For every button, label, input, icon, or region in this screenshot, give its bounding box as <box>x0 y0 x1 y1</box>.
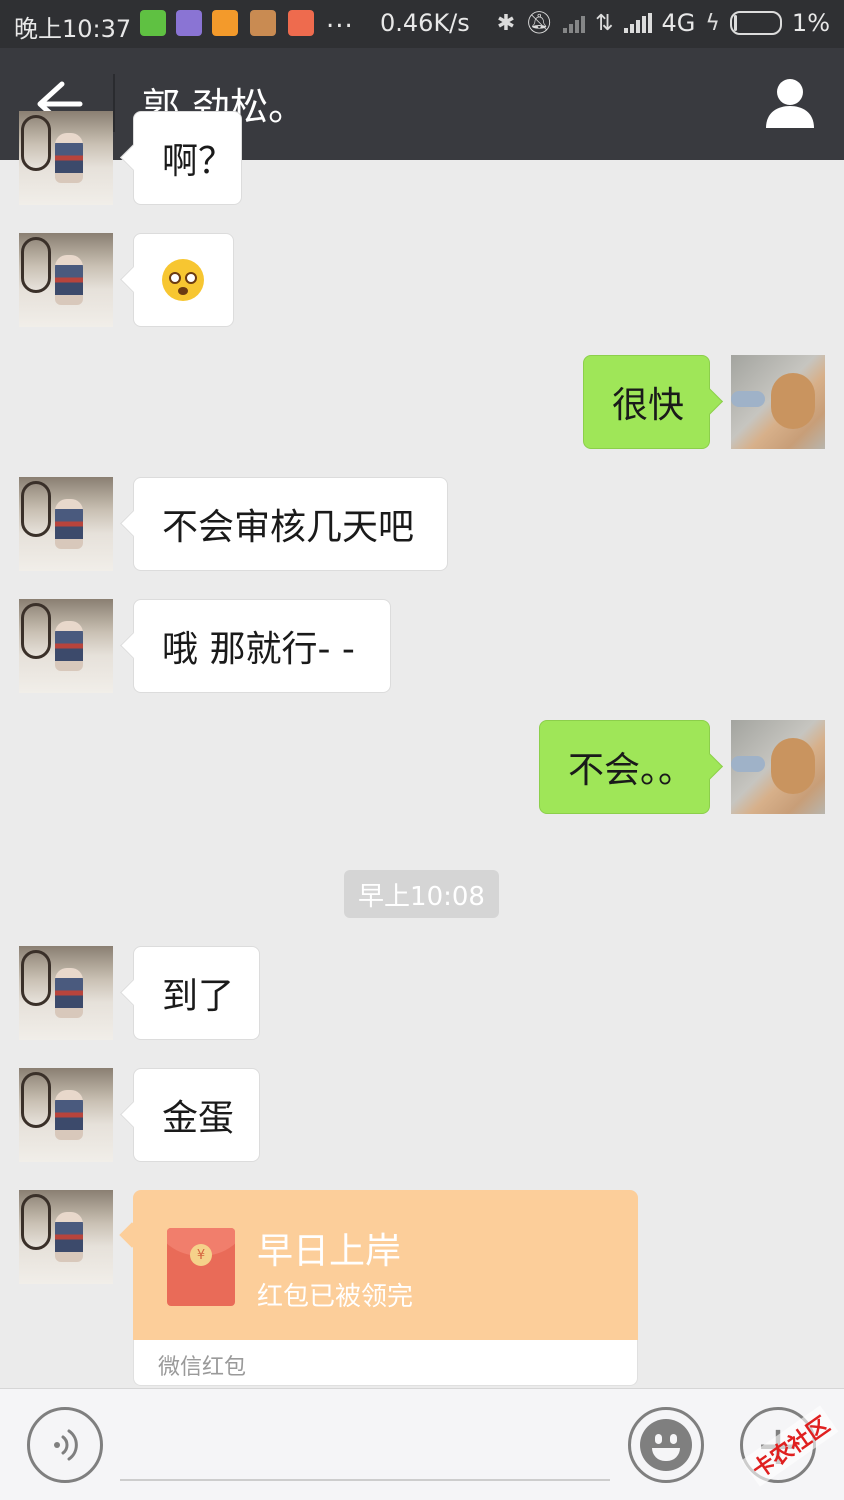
status-right: ✱ 🔕︎ ⇅ 4G ϟ 1% <box>497 9 830 37</box>
message-text: 金蛋 <box>162 1098 235 1139</box>
signal-strong-icon <box>623 13 652 33</box>
header-divider <box>113 74 115 132</box>
mute-bell-icon: 🔕︎ <box>525 10 554 36</box>
message-text: 不会审核几天吧 <box>162 507 415 548</box>
timestamp-text: 早上10:08 <box>358 881 485 912</box>
battery-icon <box>729 11 782 35</box>
contact-avatar[interactable] <box>19 1068 113 1162</box>
red-packet-body: ¥ 早日上岸 红包已被领完 <box>133 1190 638 1340</box>
sent-message[interactable]: 很快 <box>583 355 710 449</box>
uc-browser-app-icon <box>212 10 238 36</box>
contact-avatar[interactable] <box>19 111 113 205</box>
contact-avatar[interactable] <box>19 1190 113 1284</box>
received-message[interactable]: 不会审核几天吧 <box>133 477 448 571</box>
bluetooth-icon: ✱ <box>496 10 516 36</box>
contact-avatar[interactable] <box>19 477 113 571</box>
chat-header: 郭 劲松。 <box>0 48 844 160</box>
message-text: 到了 <box>162 976 235 1017</box>
received-message[interactable]: 哦 那就行- - <box>133 599 391 693</box>
message-text: 哦 那就行- - <box>162 629 355 670</box>
red-packet-footer: 微信红包 <box>133 1340 638 1386</box>
contact-avatar[interactable] <box>19 946 113 1040</box>
my-avatar[interactable] <box>731 720 825 814</box>
message-text: 不会。。 <box>568 750 695 791</box>
yuan-coin-icon: ¥ <box>190 1244 212 1266</box>
network-type: 4G <box>661 9 696 37</box>
status-time: 晚上10:37 <box>14 15 132 43</box>
notes-app-icon <box>250 10 276 36</box>
red-packet-message[interactable]: ¥ 早日上岸 红包已被领完 微信红包 <box>133 1190 638 1386</box>
status-bar: 晚上10:37 ... 0.46K/s ✱ 🔕︎ ⇅ 4G ϟ 1% <box>0 0 844 48</box>
contact-avatar[interactable] <box>19 233 113 327</box>
received-message[interactable]: 到了 <box>133 946 260 1040</box>
message-text: 很快 <box>612 385 685 426</box>
data-transfer-icon: ⇅ <box>595 10 614 36</box>
input-bar: + <box>0 1388 844 1500</box>
contact-avatar[interactable] <box>19 599 113 693</box>
timestamp-chip: 早上10:08 <box>344 870 499 918</box>
message-text: 啊？ <box>162 141 235 182</box>
message-input[interactable] <box>120 1479 610 1481</box>
voice-wave-icon <box>54 1429 78 1461</box>
mi-store-app-icon <box>288 10 314 36</box>
voice-input-button[interactable] <box>27 1407 103 1483</box>
received-message[interactable]: 金蛋 <box>133 1068 260 1162</box>
received-message[interactable]: 啊？ <box>133 111 242 205</box>
red-packet-status: 红包已被领完 <box>257 1282 414 1312</box>
battery-saver-app-icon <box>140 10 166 36</box>
cube-app-icon <box>176 10 202 36</box>
person-icon <box>766 79 814 128</box>
emoji-button[interactable] <box>628 1407 704 1483</box>
charging-icon: ϟ <box>705 10 720 36</box>
red-packet-source: 微信红包 <box>158 1355 247 1380</box>
my-avatar[interactable] <box>731 355 825 449</box>
smiley-icon <box>640 1419 692 1471</box>
chat-info-button[interactable] <box>760 74 820 134</box>
signal-weak-icon <box>563 13 586 33</box>
network-speed: 0.46K/s <box>380 9 470 37</box>
sent-message[interactable]: 不会。。 <box>539 720 710 814</box>
battery-level: 1% <box>791 9 830 37</box>
red-envelope-icon: ¥ <box>167 1228 235 1306</box>
more-notifications-icon: ... <box>326 4 354 34</box>
received-message[interactable] <box>133 233 234 327</box>
astonished-face-icon <box>162 259 204 301</box>
red-packet-title: 早日上岸 <box>257 1231 402 1272</box>
